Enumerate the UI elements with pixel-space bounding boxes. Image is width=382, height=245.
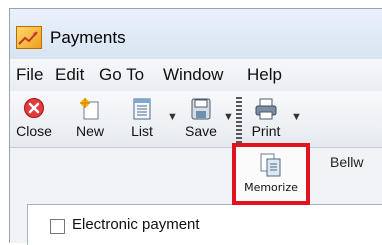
close-label: Close	[16, 123, 52, 139]
new-document-icon	[80, 98, 99, 120]
list-icon	[133, 98, 151, 120]
menu-window[interactable]: Window	[163, 65, 223, 85]
memorize-button[interactable]: Memorize	[232, 143, 310, 205]
menu-edit[interactable]: Edit	[55, 65, 84, 85]
list-dropdown-arrow[interactable]: ▼	[167, 111, 178, 123]
window-title: Payments	[50, 28, 126, 47]
toolbar-separator-grip	[236, 97, 242, 143]
title-bar: Payments	[10, 9, 382, 59]
close-button[interactable]: Close	[12, 97, 56, 143]
new-label: New	[75, 123, 104, 139]
memorize-label: Memorize	[244, 181, 298, 194]
print-label: Print	[251, 123, 281, 139]
electronic-payment-label: Electronic payment	[72, 216, 200, 233]
save-label: Save	[185, 123, 217, 139]
menu-help[interactable]: Help	[247, 65, 282, 85]
list-label: List	[131, 123, 153, 139]
close-icon	[24, 98, 44, 118]
payments-chart-icon	[16, 26, 42, 49]
menu-file[interactable]: File	[16, 65, 43, 85]
print-dropdown-arrow[interactable]: ▼	[291, 111, 302, 123]
new-button[interactable]: New	[68, 97, 112, 143]
payee-field-fragment: Bellw	[330, 154, 364, 170]
printer-icon	[255, 98, 277, 120]
toolbar: Close New List ▼ Save ▼ Print ▼	[10, 91, 382, 148]
print-button[interactable]: Print	[246, 97, 286, 143]
memorize-icon	[260, 153, 281, 177]
save-button[interactable]: Save	[182, 97, 220, 143]
payment-panel: Electronic payment	[27, 204, 382, 245]
payments-window: Payments File Edit Go To Window Help Clo…	[9, 8, 382, 245]
electronic-payment-checkbox[interactable]	[50, 219, 65, 234]
form-content: Bellw Electronic payment	[10, 148, 382, 245]
list-button[interactable]: List	[122, 97, 162, 143]
menu-go-to[interactable]: Go To	[99, 65, 144, 85]
save-icon	[191, 98, 211, 120]
save-dropdown-arrow[interactable]: ▼	[223, 111, 234, 123]
menu-bar: File Edit Go To Window Help	[10, 59, 382, 91]
